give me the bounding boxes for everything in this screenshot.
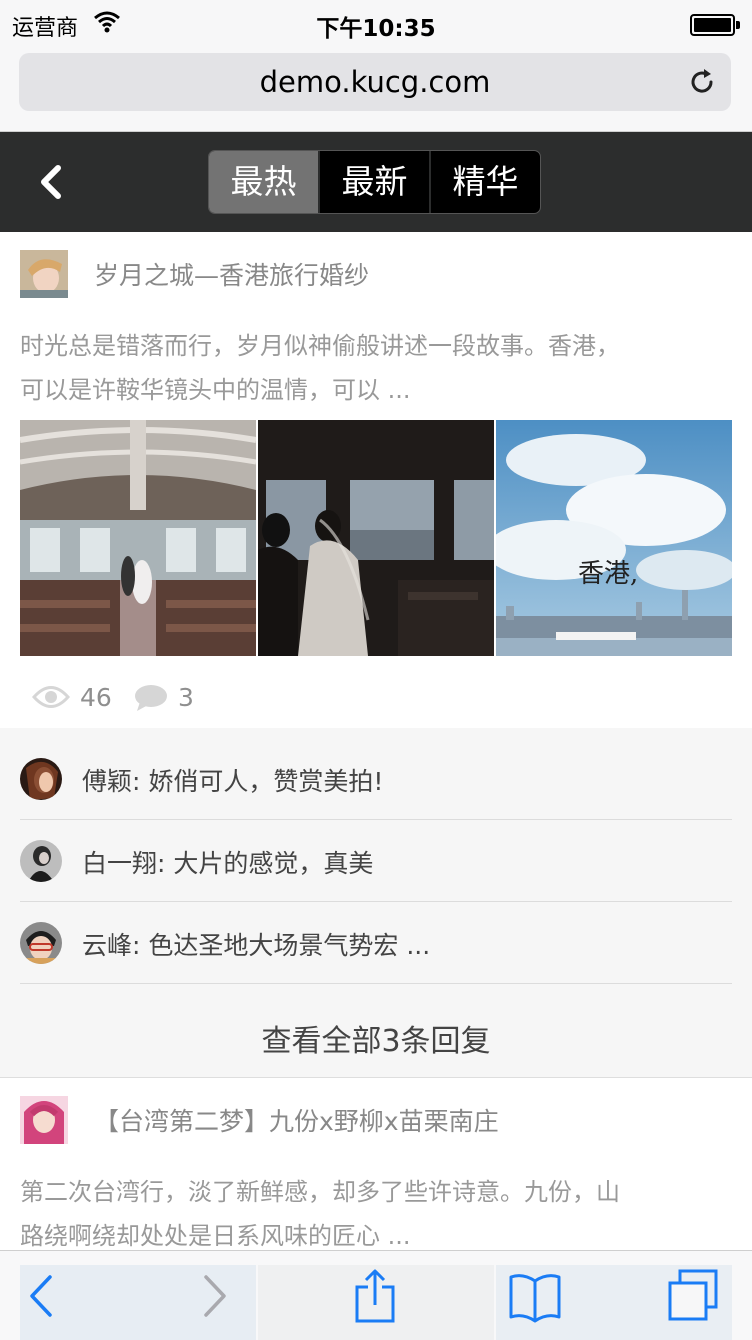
forward-arrow-icon[interactable]: [186, 1269, 240, 1323]
excerpt-line: 可以是许鞍华镜头中的温情，可以 ...: [20, 376, 411, 404]
comment-text: 傅颖: 娇俏可人，赞赏美拍!: [82, 767, 384, 796]
post-excerpt[interactable]: 时光总是错落而行，岁月似神偷般讲述一段故事。香港， 可以是许鞍华镜头中的温情，可…: [20, 324, 732, 412]
comment-text: 云峰: 色达圣地大场景气势宏 ...: [82, 931, 431, 960]
photo-grid: 香港,: [20, 420, 732, 656]
comment-item[interactable]: 傅颖: 娇俏可人，赞赏美拍!: [20, 738, 732, 820]
url-text[interactable]: demo.kucg.com: [19, 53, 731, 111]
address-bar[interactable]: demo.kucg.com: [19, 53, 731, 111]
photo-ferry-interior[interactable]: [20, 420, 256, 656]
photo-couple-window[interactable]: [258, 420, 494, 656]
comments-section: 傅颖: 娇俏可人，赞赏美拍! 白一翔: 大片的感觉，真美 云峰: 色达圣地大场景…: [0, 728, 752, 1078]
view-all-replies-button[interactable]: 查看全部3条回复: [0, 1012, 752, 1072]
back-arrow-icon[interactable]: [16, 1269, 70, 1323]
nav-header: 最热 最新 精华: [0, 132, 752, 232]
battery-icon: [690, 14, 740, 36]
status-bar: 运营商 下午10:35: [0, 0, 752, 48]
tabs-icon[interactable]: [666, 1269, 720, 1323]
comment-item[interactable]: 白一翔: 大片的感觉，真美: [20, 820, 732, 902]
post-header[interactable]: 【台湾第二梦】九份x野柳x苗栗南庄: [20, 1096, 732, 1144]
tab-featured[interactable]: 精华: [431, 151, 540, 213]
tab-hot[interactable]: 最热: [209, 151, 320, 213]
post-excerpt[interactable]: 第二次台湾行，淡了新鲜感，却多了些许诗意。九份，山 路绕啊绕却处处是日系风味的匠…: [20, 1170, 732, 1258]
comment-text: 白一翔: 大片的感觉，真美: [82, 849, 374, 878]
segmented-control: 最热 最新 精华: [208, 150, 541, 214]
post-title[interactable]: 岁月之城—香港旅行婚纱: [94, 256, 369, 292]
post-header[interactable]: 岁月之城—香港旅行婚纱: [20, 250, 732, 298]
eye-icon: [32, 686, 70, 708]
reload-icon[interactable]: [687, 67, 717, 97]
view-count: 46: [80, 683, 112, 712]
comment-count[interactable]: 3: [178, 683, 194, 712]
author-avatar[interactable]: [20, 250, 68, 298]
speech-bubble-icon[interactable]: [134, 684, 168, 712]
tab-newest[interactable]: 最新: [320, 151, 431, 213]
excerpt-line: 时光总是错落而行，岁月似神偷般讲述一段故事。香港，: [20, 332, 620, 360]
author-avatar[interactable]: [20, 1096, 68, 1144]
post-title[interactable]: 【台湾第二梦】九份x野柳x苗栗南庄: [94, 1102, 499, 1138]
photo-caption: 香港,: [578, 559, 638, 589]
excerpt-line: 第二次台湾行，淡了新鲜感，却多了些许诗意。九份，山: [20, 1178, 620, 1206]
clock: 下午10:35: [316, 16, 436, 42]
comment-item[interactable]: 云峰: 色达圣地大场景气势宏 ...: [20, 902, 732, 984]
commenter-avatar[interactable]: [20, 758, 62, 800]
commenter-avatar[interactable]: [20, 922, 62, 964]
browser-toolbar: [0, 1250, 752, 1340]
chevron-left-icon[interactable]: [34, 162, 70, 202]
bookmarks-icon[interactable]: [508, 1269, 562, 1323]
share-icon[interactable]: [348, 1269, 402, 1323]
post-stats: 46 3: [32, 680, 332, 716]
photo-hongkong-skyline[interactable]: 香港,: [496, 420, 732, 656]
browser-chrome: demo.kucg.com: [0, 48, 752, 132]
commenter-avatar[interactable]: [20, 840, 62, 882]
